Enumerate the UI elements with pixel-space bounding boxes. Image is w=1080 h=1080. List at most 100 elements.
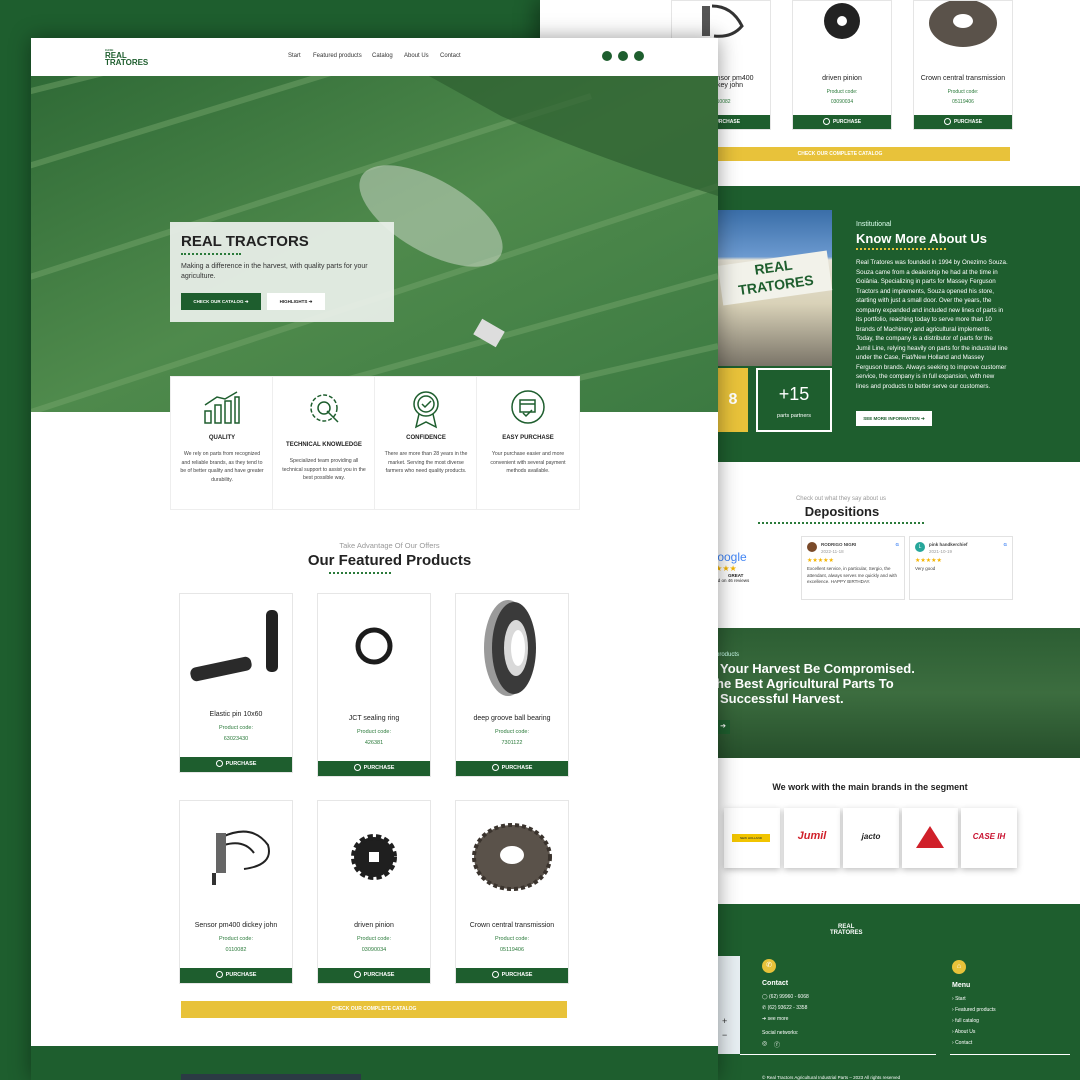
instagram-icon[interactable]: ◎ bbox=[762, 1040, 767, 1047]
feature-title: QUALITY bbox=[208, 435, 236, 441]
google-icon: G bbox=[1003, 542, 1007, 547]
brand-logo-jumil: Jumil bbox=[784, 808, 840, 868]
purchase-button[interactable]: PURCHASE bbox=[180, 757, 292, 772]
whatsapp-icon bbox=[943, 118, 951, 126]
offers-eyebrow: Take Advantage Of Our Offers bbox=[339, 541, 440, 550]
nav-start[interactable]: Start bbox=[288, 53, 301, 59]
footer-menu-item[interactable]: › Featured products bbox=[952, 1005, 996, 1016]
award-badge-icon bbox=[413, 391, 439, 429]
site-logo[interactable]: CASE REAL TRATORES bbox=[105, 48, 148, 67]
zoom-in-button[interactable]: + bbox=[722, 1016, 727, 1026]
sealing-ring-image bbox=[355, 627, 393, 665]
see-more-button[interactable]: SEE MORE INFORMATION ➔ bbox=[856, 411, 932, 426]
product-name: Elastic pin 10x60 bbox=[209, 711, 263, 718]
store-photo: REAL TRATORES bbox=[710, 210, 833, 366]
cta-line3: Successful Harvest. bbox=[720, 691, 844, 706]
pinion-image bbox=[824, 3, 860, 39]
purchase-button[interactable]: PURCHASE bbox=[793, 115, 891, 129]
about-eyebrow: Institutional bbox=[856, 221, 892, 228]
product-name: Crown central transmission bbox=[920, 75, 1006, 82]
product-name: Sensor pm400 dickey john bbox=[194, 922, 278, 929]
see-more-link[interactable]: ➔ see more bbox=[762, 1016, 788, 1022]
brand-logo-massey bbox=[902, 808, 958, 868]
stat-box: +15 parts partners bbox=[756, 368, 832, 432]
feature-title: TECHNICAL KNOWLEDGE bbox=[286, 442, 362, 448]
copyright: © Real Tractors Agricultural Industrial … bbox=[762, 1075, 901, 1080]
purchase-button[interactable]: PURCHASE bbox=[914, 115, 1012, 129]
purchase-button[interactable]: PURCHASE bbox=[318, 761, 430, 776]
facebook-icon[interactable]: ⓕ bbox=[774, 1040, 780, 1049]
facebook-icon[interactable] bbox=[618, 51, 628, 61]
purchase-button[interactable]: PURCHASE bbox=[318, 968, 430, 983]
nav-about-us[interactable]: About Us bbox=[404, 53, 429, 59]
product-code: 05119406 bbox=[499, 947, 525, 953]
highlights-button[interactable]: HIGHLIGHTS ➔ bbox=[267, 293, 325, 310]
product-name: driven pinion bbox=[354, 922, 394, 929]
footer-menu-item[interactable]: › full catalog bbox=[952, 1016, 996, 1027]
review-stars: ★★★★★ bbox=[807, 558, 834, 564]
crown-gear-image bbox=[929, 0, 997, 47]
product-card: Sensor pm400 dickey john Product code: 0… bbox=[179, 800, 293, 984]
chart-growth-icon bbox=[204, 391, 240, 424]
phone-2[interactable]: ✆ (62) 93622 - 3358 bbox=[762, 1005, 807, 1011]
product-code-label: Product code: bbox=[219, 725, 253, 731]
review-card: L pink handkerchief 2021-10-19 G ★★★★★ V… bbox=[909, 536, 1013, 600]
elastic-pin-image bbox=[190, 610, 278, 682]
footer-menu-item[interactable]: › Start bbox=[952, 994, 996, 1005]
complete-catalog-button[interactable]: CHECK OUR COMPLETE CATALOG bbox=[181, 1001, 567, 1018]
product-code-label: Product code: bbox=[495, 729, 529, 735]
about-body: Real Tratores was founded in 1994 by One… bbox=[856, 259, 1008, 390]
cta-line1: Your Harvest Be Compromised. bbox=[720, 661, 915, 676]
avatar bbox=[807, 542, 817, 552]
product-code: 0110082 bbox=[225, 947, 247, 953]
arrow-right-icon[interactable]: ➔ bbox=[716, 720, 730, 734]
store-photo-edge bbox=[181, 1074, 361, 1080]
product-code-label: Product code: bbox=[495, 936, 529, 942]
whatsapp-icon[interactable] bbox=[634, 51, 644, 61]
product-name: driven pinion bbox=[822, 75, 862, 82]
footer-menu-item[interactable]: › Contact bbox=[952, 1038, 996, 1049]
divider bbox=[740, 1054, 936, 1055]
purchase-button[interactable]: PURCHASE bbox=[456, 968, 568, 983]
feature-desc: Specialized team providing all technical… bbox=[282, 458, 366, 481]
review-card: RODRIGO NIGRI 2022-11-18 G ★★★★★ Excelle… bbox=[801, 536, 905, 600]
nav-featured-products[interactable]: Featured products bbox=[313, 53, 362, 59]
nav-contact[interactable]: Contact bbox=[440, 53, 461, 59]
hero-title: REAL TRACTORS bbox=[181, 233, 309, 250]
divider bbox=[329, 572, 391, 574]
menu-title: Menu bbox=[952, 982, 971, 989]
brand-logo-case-ih: CASE IH bbox=[961, 808, 1017, 868]
check-catalog-button[interactable]: CHECK OUR CATALOG ➔ bbox=[181, 293, 261, 310]
brand-logo-jacto: jacto bbox=[843, 808, 899, 868]
hero-card: REAL TRACTORS Making a difference in the… bbox=[170, 222, 394, 322]
zoom-out-button[interactable]: − bbox=[722, 1030, 727, 1040]
nav-catalog[interactable]: Catalog bbox=[372, 53, 393, 59]
review-date: 2022-11-18 bbox=[821, 549, 844, 554]
divider bbox=[758, 522, 924, 524]
feature-title: CONFIDENCE bbox=[406, 435, 446, 441]
review-date: 2021-10-19 bbox=[929, 549, 953, 554]
product-name: JCT sealing ring bbox=[348, 715, 400, 722]
product-code: 426381 bbox=[364, 740, 384, 746]
review-text: Excellent service, in particular, Sergio… bbox=[807, 566, 898, 584]
about-title: Know More About Us bbox=[856, 231, 987, 246]
arrow-right-icon: ➔ bbox=[244, 299, 249, 304]
sensor-image bbox=[212, 830, 270, 885]
purchase-button[interactable]: PURCHASE bbox=[180, 968, 292, 983]
whatsapp-icon: ◯ bbox=[762, 994, 769, 1000]
offers-title: Our Featured Products bbox=[307, 552, 472, 569]
payment-card-icon bbox=[511, 390, 545, 424]
instagram-icon[interactable] bbox=[602, 51, 612, 61]
product-code-label: Product code: bbox=[826, 89, 858, 95]
catalog-button[interactable]: CHECK OUR COMPLETE CATALOG bbox=[670, 147, 1010, 161]
footer-logo: REAL TRATORES bbox=[830, 924, 863, 936]
feature-desc: We rely on parts from recognized and rel… bbox=[180, 451, 264, 483]
main-page: CASE REAL TRATORES Start Featured produc… bbox=[31, 38, 718, 1080]
brands-title: We work with the main brands in the segm… bbox=[772, 782, 968, 792]
purchase-button[interactable]: PURCHASE bbox=[456, 761, 568, 776]
crown-gear-image bbox=[472, 823, 552, 891]
phone-1[interactable]: ◯ (62) 99960 - 6068 bbox=[762, 994, 809, 1000]
arrow-right-icon: ➔ bbox=[920, 416, 925, 421]
divider bbox=[181, 253, 241, 255]
footer-menu-item[interactable]: › About Us bbox=[952, 1027, 996, 1038]
